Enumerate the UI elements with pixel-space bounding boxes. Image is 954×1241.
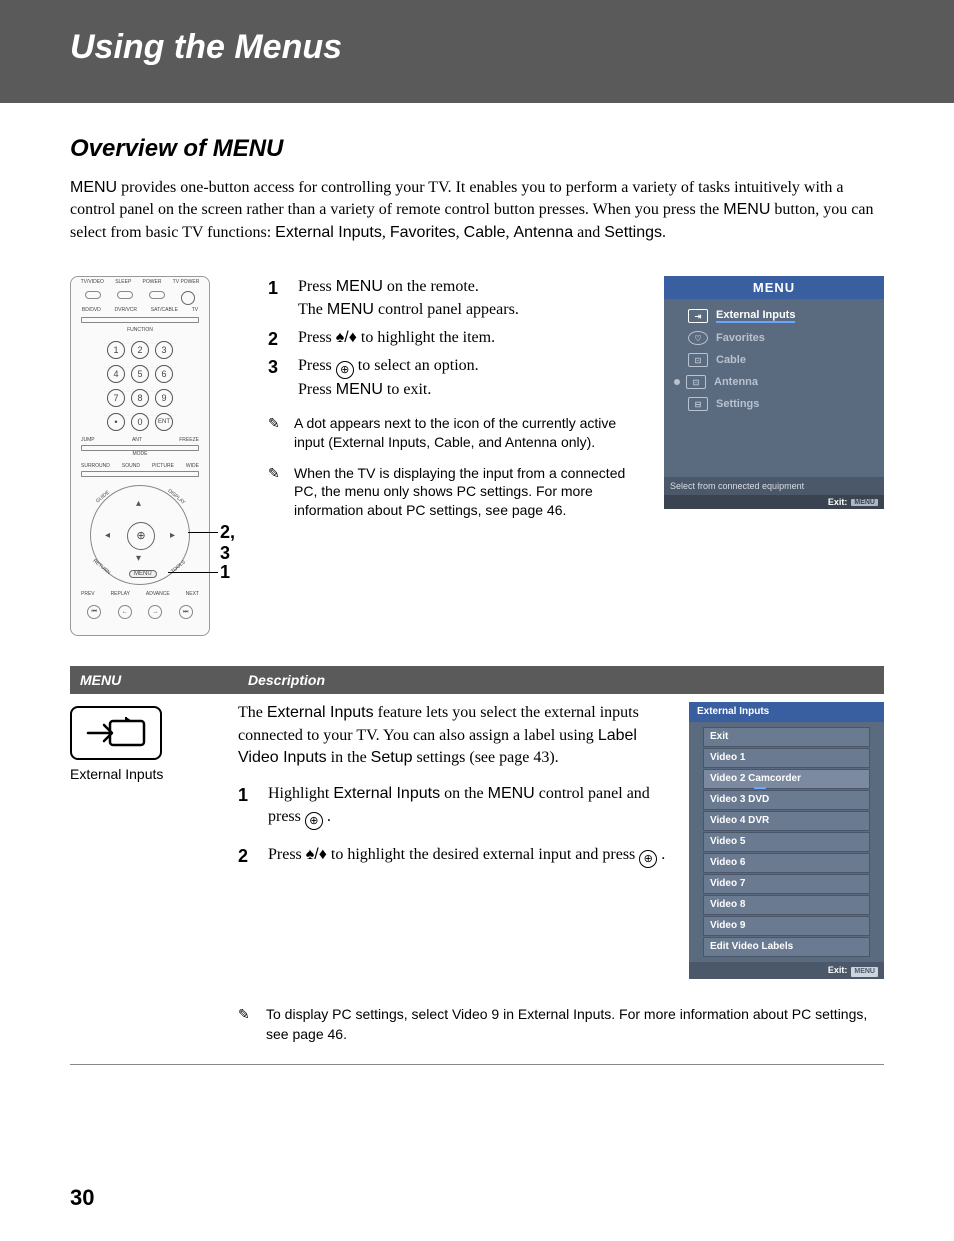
osd2-row: Video 4 DVR — [703, 811, 870, 831]
intro-paragraph: MENU provides one-button access for cont… — [70, 177, 884, 244]
chapter-title: Using the Menus — [30, 28, 954, 67]
chapter-banner: Using the Menus — [0, 0, 954, 103]
osd-menu-screenshot: MENU ⇥External Inputs ♡Favorites ⊡Cable … — [664, 276, 884, 509]
table-row-external-inputs: External Inputs The External Inputs feat… — [70, 702, 884, 979]
external-inputs-label: External Inputs — [70, 766, 238, 782]
section-title: Overview of MENU — [70, 135, 884, 163]
input-icon: ⇥ — [688, 309, 708, 323]
dpad-wheel: GUIDE DISPLAY RETURN TOOLS ▴ ▾ ◂ ▸ ⊕ MEN… — [90, 485, 190, 585]
menu-keyword: MENU — [723, 201, 770, 218]
tv-icon: ⊡ — [686, 375, 706, 389]
step-1: Press MENU on the remote. The MENU contr… — [268, 276, 636, 321]
external-inputs-description: The External Inputs feature lets you sel… — [238, 702, 673, 769]
external-inputs-icon — [70, 706, 162, 760]
osd2-row: Video 1 — [703, 748, 870, 768]
osd2-row: Video 8 — [703, 895, 870, 915]
osd-item-cable: ⊡Cable — [672, 349, 876, 371]
osd-menu-column: MENU ⇥External Inputs ♡Favorites ⊡Cable … — [664, 276, 884, 509]
enter-icon: ⊕ — [639, 850, 657, 868]
osd2-row: Edit Video Labels — [703, 937, 870, 957]
osd-item-antenna: ⊡Antenna — [672, 371, 876, 393]
step-3: Press ⊕ to select an option. Press MENU … — [268, 355, 636, 401]
step-2: Press ♠/♦ to highlight the item. — [268, 327, 636, 349]
ext-step-1: Highlight External Inputs on the MENU co… — [238, 783, 673, 829]
osd2-row: Video 5 — [703, 832, 870, 852]
divider — [70, 1064, 884, 1065]
remote-control-illustration: TV/VIDEOSLEEPPOWERTV POWER BD/DVDDVR/VCR… — [70, 276, 210, 636]
osd2-row: Video 6 — [703, 853, 870, 873]
active-dot-icon — [674, 379, 680, 385]
osd-title: MENU — [664, 276, 884, 299]
osd-item-settings: ⊟Settings — [672, 393, 876, 415]
osd-item-favorites: ♡Favorites — [672, 327, 876, 349]
ext-step-2: Press ♠/♦ to highlight the desired exter… — [238, 844, 673, 868]
osd2-row-selected: Video 2 Camcorder — [703, 769, 870, 789]
osd-item-external-inputs: ⇥External Inputs — [672, 305, 876, 327]
osd2-row: Video 3 DVD — [703, 790, 870, 810]
table-header: MENU Description — [70, 666, 884, 694]
osd2-row: Exit — [703, 727, 870, 747]
column-header-description: Description — [238, 666, 884, 694]
column-header-menu: MENU — [70, 666, 238, 694]
toolbox-icon: ⊟ — [688, 397, 708, 411]
input-arrow-icon — [86, 715, 146, 751]
osd2-row: Video 7 — [703, 874, 870, 894]
callout-dpad: 2, 3 — [220, 522, 240, 564]
osd2-title: External Inputs — [689, 702, 884, 722]
pencil-note-icon: ✎ — [268, 464, 286, 521]
heart-icon: ♡ — [688, 331, 708, 345]
osd-hint: Select from connected equipment — [664, 477, 884, 495]
callout-menu: 1 — [220, 562, 230, 583]
pc-settings-note: ✎ To display PC settings, select Video 9… — [238, 1001, 884, 1044]
osd2-exit-bar: Exit:MENU — [689, 962, 884, 979]
pencil-note-icon: ✎ — [268, 414, 286, 452]
osd-external-inputs-screenshot: External Inputs Exit Video 1 Video 2 Cam… — [689, 702, 884, 979]
steps-column: Press MENU on the remote. The MENU contr… — [268, 276, 636, 520]
osd-exit-bar: Exit:MENU — [664, 495, 884, 509]
remote-illustration-column: TV/VIDEOSLEEPPOWERTV POWER BD/DVDDVR/VCR… — [70, 276, 240, 636]
menu-keyword: MENU — [70, 179, 117, 196]
note-1: ✎ A dot appears next to the icon of the … — [268, 414, 636, 452]
menu-button: MENU — [129, 570, 157, 578]
note-2: ✎ When the TV is displaying the input fr… — [268, 464, 636, 521]
enter-icon: ⊕ — [305, 812, 323, 830]
enter-button-icon: ⊕ — [127, 522, 155, 550]
osd2-row: Video 9 — [703, 916, 870, 936]
tv-icon: ⊡ — [688, 353, 708, 367]
page-number: 30 — [70, 1185, 954, 1211]
pencil-note-icon: ✎ — [238, 1005, 256, 1044]
enter-icon: ⊕ — [336, 361, 354, 379]
